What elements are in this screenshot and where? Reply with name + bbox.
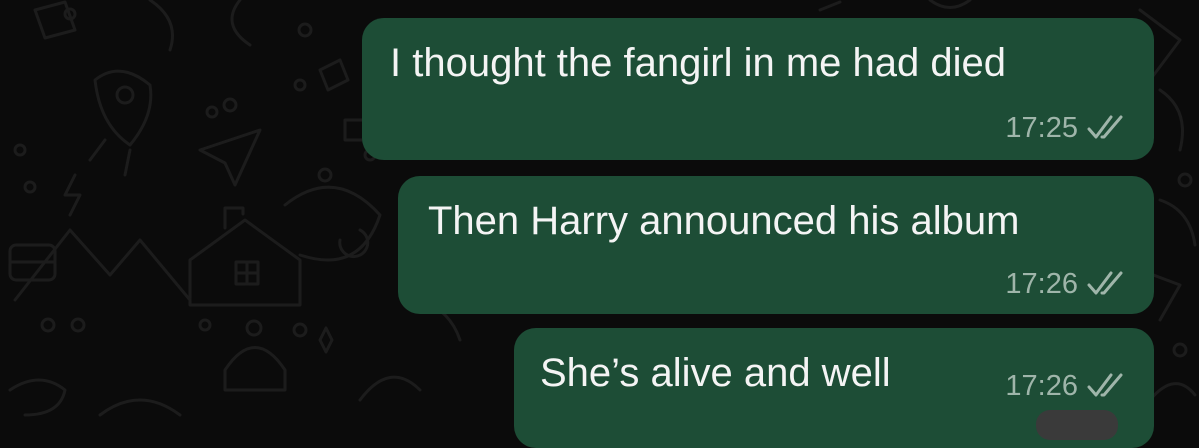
message-meta: 17:26 [1005, 268, 1128, 300]
message-time: 17:26 [1005, 268, 1078, 300]
message-text: She’s alive and well [540, 351, 891, 395]
message-text: Then Harry announced his album [428, 199, 1020, 243]
message-meta: 17:26 [1005, 370, 1128, 402]
message-time: 17:26 [1005, 370, 1078, 402]
double-check-icon [1086, 373, 1128, 399]
message-time: 17:25 [1005, 112, 1078, 144]
scroll-down-button[interactable] [1036, 410, 1118, 440]
double-check-icon [1086, 115, 1128, 141]
double-check-icon [1086, 271, 1128, 297]
message-bubble-outgoing[interactable]: Then Harry announced his album 17:26 [398, 176, 1154, 314]
message-meta: 17:25 [1005, 112, 1128, 144]
message-text: I thought the fangirl in me had died [390, 41, 1006, 85]
message-bubble-outgoing[interactable]: I thought the fangirl in me had died 17:… [362, 18, 1154, 160]
